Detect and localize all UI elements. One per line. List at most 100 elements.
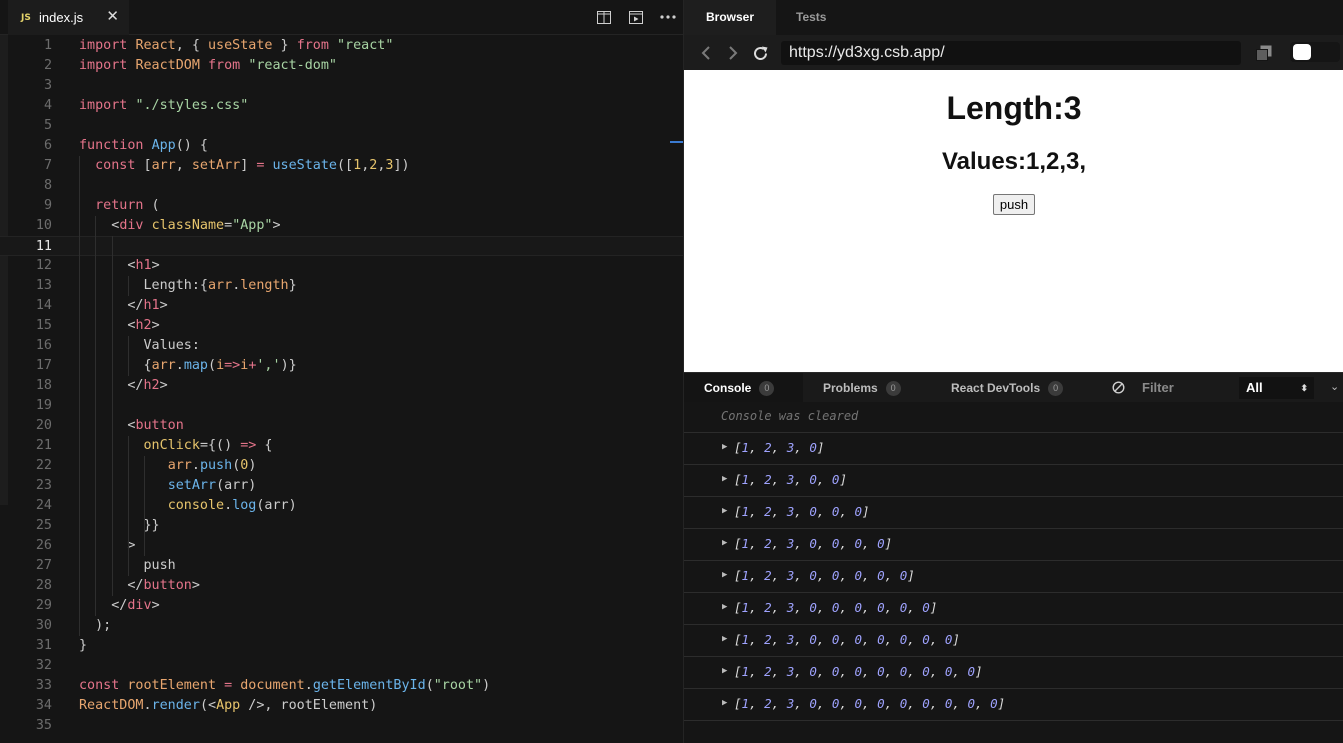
code-line[interactable]: 31} — [0, 636, 683, 656]
expand-triangle-icon[interactable]: ▶ — [722, 602, 727, 612]
line-number: 8 — [43, 178, 52, 193]
devtools-toggle[interactable] — [1293, 44, 1311, 60]
code-line[interactable]: 8 — [0, 176, 683, 196]
code-line[interactable]: 2 import ReactDOM from "react-dom" — [0, 56, 683, 76]
line-number: 33 — [35, 678, 52, 693]
back-icon[interactable] — [697, 44, 715, 62]
console-output: Console was cleared ▶ [1, 2, 3, 0] ▶ [1, 2,… — [684, 402, 1343, 743]
forward-icon[interactable] — [724, 44, 742, 62]
console-log-entry[interactable]: ▶ [1, 2, 3, 0, 0, 0, 0, 0, 0, 0] — [684, 624, 1343, 656]
console-log-entry[interactable]: ▶ [1, 2, 3, 0, 0, 0] — [684, 496, 1343, 528]
console-log-entry[interactable]: ▶ [1, 2, 3, 0, 0, 0, 0, 0, 0, 0, 0] — [684, 656, 1343, 688]
scrollbar-marker — [670, 141, 683, 143]
code-line[interactable]: 6 function App() { — [0, 136, 683, 156]
code-text: import ReactDOM from "react-dom" — [79, 58, 337, 73]
line-number: 22 — [35, 458, 52, 473]
line-number: 34 — [35, 698, 52, 713]
code-line[interactable]: 23 setArr(arr) — [0, 476, 683, 496]
expand-triangle-icon[interactable]: ▶ — [722, 666, 727, 676]
expand-triangle-icon[interactable]: ▶ — [722, 538, 727, 548]
line-number: 15 — [35, 318, 52, 333]
log-level-select[interactable]: All ⬍ — [1239, 377, 1314, 399]
code-line[interactable]: 18 </h2> — [0, 376, 683, 396]
preview-icon[interactable] — [627, 8, 645, 26]
code-line[interactable]: 13 Length:{arr.length} — [0, 276, 683, 296]
code-line[interactable]: 1 import React, { useState } from "react" — [0, 36, 683, 56]
code-line[interactable]: 20 <button — [0, 416, 683, 436]
indent-guide — [79, 156, 80, 636]
code-line[interactable]: 16 Values: — [0, 336, 683, 356]
console-log-entry[interactable]: ▶ [1, 2, 3, 0, 0] — [684, 464, 1343, 496]
line-number: 5 — [43, 118, 52, 133]
code-line[interactable]: 7 const [arr, setArr] = useState([1,2,3]… — [0, 156, 683, 176]
console-array-text: [1, 2, 3, 0, 0, 0, 0, 0, 0, 0] — [734, 632, 960, 647]
console-log-entry[interactable]: ▶ [1, 2, 3, 0] — [684, 432, 1343, 464]
close-tab-icon[interactable]: ✕ — [106, 9, 119, 25]
line-number: 32 — [35, 658, 52, 673]
code-line[interactable]: 27 push — [0, 556, 683, 576]
more-icon[interactable] — [659, 8, 677, 26]
clear-console-icon[interactable] — [1112, 381, 1125, 399]
expand-triangle-icon[interactable]: ▶ — [722, 698, 727, 708]
code-line[interactable]: 22 arr.push(0) — [0, 456, 683, 476]
filter-input[interactable]: Filter — [1142, 380, 1174, 395]
react-devtools-count-badge: 0 — [1048, 380, 1064, 396]
code-line[interactable]: 12 <h1> — [0, 256, 683, 276]
chevron-down-icon[interactable]: ⌄ — [1330, 380, 1339, 393]
line-number: 12 — [35, 258, 52, 273]
line-number: 16 — [35, 338, 52, 353]
console-log-entry[interactable]: ▶ [1, 2, 3, 0, 0, 0, 0] — [684, 528, 1343, 560]
code-line[interactable]: 9 return ( — [0, 196, 683, 216]
line-number: 9 — [43, 198, 52, 213]
line-number: 2 — [43, 58, 52, 73]
problems-count-badge: 0 — [885, 380, 901, 396]
console-prompt[interactable] — [684, 720, 1343, 743]
line-number: 26 — [35, 538, 52, 553]
code-editor[interactable]: JS index.js ✕ 1 import React, { useState … — [0, 0, 683, 743]
code-line[interactable]: 15 <h2> — [0, 316, 683, 336]
refresh-icon[interactable] — [751, 44, 769, 62]
code-line[interactable]: 17 {arr.map(i=>i+',')} — [0, 356, 683, 376]
tab-console[interactable]: Console 0 — [684, 373, 803, 403]
code-line[interactable]: 30 ); — [0, 616, 683, 636]
tab-problems[interactable]: Problems 0 — [823, 373, 901, 403]
code-line[interactable]: 33 const rootElement = document.getElemen… — [0, 676, 683, 696]
code-line[interactable]: 28 </button> — [0, 576, 683, 596]
push-button[interactable]: push — [992, 194, 1036, 215]
code-line[interactable]: 32 — [0, 656, 683, 676]
console-log-entry[interactable]: ▶ [1, 2, 3, 0, 0, 0, 0, 0, 0] — [684, 592, 1343, 624]
tab-index-js[interactable]: JS index.js ✕ — [8, 0, 129, 35]
code-line[interactable]: 35 — [0, 716, 683, 736]
expand-triangle-icon[interactable]: ▶ — [722, 506, 727, 516]
split-editor-icon[interactable] — [595, 8, 613, 26]
code-line[interactable]: 29 </div> — [0, 596, 683, 616]
indent-guide — [144, 456, 145, 556]
expand-triangle-icon[interactable]: ▶ — [722, 442, 727, 452]
browser-preview: Length:3 Values:1,2,3, push — [684, 70, 1343, 372]
expand-triangle-icon[interactable]: ▶ — [722, 634, 727, 644]
console-log-entry[interactable]: ▶ [1, 2, 3, 0, 0, 0, 0, 0] — [684, 560, 1343, 592]
code-line[interactable]: 3 — [0, 76, 683, 96]
tab-react-devtools[interactable]: React DevTools 0 — [951, 373, 1064, 403]
console-log-entry[interactable]: ▶ [1, 2, 3, 0, 0, 0, 0, 0, 0, 0, 0, 0] — [684, 688, 1343, 720]
tab-tests[interactable]: Tests — [796, 0, 826, 35]
url-input[interactable]: https://yd3xg.csb.app/ — [781, 41, 1241, 65]
tab-browser[interactable]: Browser — [684, 0, 776, 35]
code-line[interactable]: 11 — [0, 236, 683, 256]
line-number: 7 — [43, 158, 52, 173]
code-line[interactable]: 34 ReactDOM.render(<App />, rootElement) — [0, 696, 683, 716]
code-line[interactable]: 21 onClick={() => { — [0, 436, 683, 456]
copy-icon[interactable] — [1255, 44, 1273, 62]
code-line[interactable]: 24 console.log(arr) — [0, 496, 683, 516]
expand-triangle-icon[interactable]: ▶ — [722, 474, 727, 484]
code-line[interactable]: 14 </h1> — [0, 296, 683, 316]
expand-triangle-icon[interactable]: ▶ — [722, 570, 727, 580]
code-line[interactable]: 26 > — [0, 536, 683, 556]
code-line[interactable]: 4 import "./styles.css" — [0, 96, 683, 116]
code-line[interactable]: 5 — [0, 116, 683, 136]
code-line[interactable]: 19 — [0, 396, 683, 416]
code-line[interactable]: 25 }} — [0, 516, 683, 536]
code-line[interactable]: 10 <div className="App"> — [0, 216, 683, 236]
code-area[interactable]: 1 import React, { useState } from "react"… — [0, 36, 683, 743]
code-text: </div> — [79, 598, 160, 613]
